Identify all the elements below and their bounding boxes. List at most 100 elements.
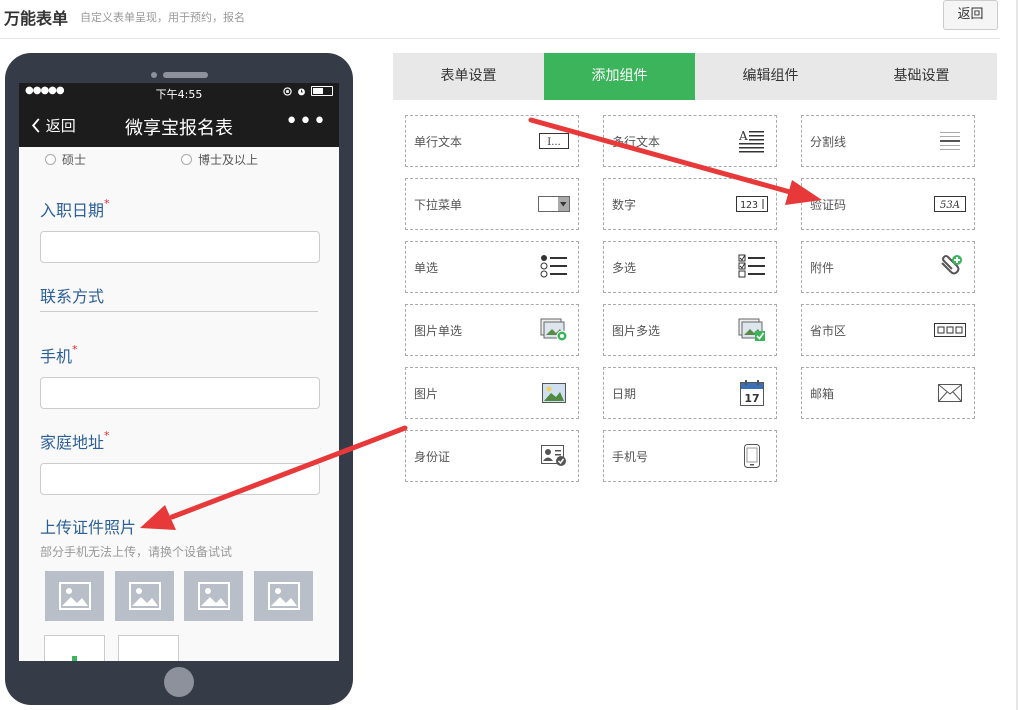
component-email[interactable]: 邮箱 [801,367,975,419]
radio-circle-icon [45,154,56,165]
hire-date-input[interactable] [40,231,320,263]
radio-option-label: 博士及以上 [198,153,259,167]
photo-slot[interactable] [254,571,313,621]
image-placeholder-icon [198,582,230,610]
component-label: 日期 [612,387,637,401]
battery-icon [311,86,333,96]
page-header: 万能表单 自定义表单呈现，用于预约，报名 返回 [0,0,1000,39]
plus-icon [72,656,77,661]
component-mobile-number[interactable]: 手机号 [603,430,777,482]
component-multi-line-text[interactable]: 多行文本 A [603,115,777,167]
status-bar: ●●●●● 下午4:55 [19,83,339,103]
phone-nav-bar: 返回 微享宝报名表 ••• [19,103,339,147]
tab-basic-settings[interactable]: 基础设置 [846,53,997,100]
component-image-checkbox[interactable]: 图片多选 [603,304,777,356]
more-menu-icon[interactable]: ••• [285,109,327,134]
region-select-icon [934,316,966,344]
component-label: 下拉菜单 [414,198,463,212]
component-label: 单行文本 [414,135,463,149]
required-mark: * [104,197,110,210]
back-button[interactable]: 返回 [943,0,998,30]
contact-section-label: 联系方式 [40,287,105,306]
icon-glyph: 123 [740,200,758,211]
mobile-label: 手机* [40,343,78,367]
checkbox-list-icon [736,253,768,281]
image-icon [538,379,570,407]
photo-slot[interactable] [184,571,243,621]
component-label: 图片多选 [612,324,661,338]
page-subtitle: 自定义表单呈现，用于预约，报名 [80,11,245,24]
minus-icon [119,636,178,661]
image-placeholder-icon [129,582,161,610]
hire-date-label: 入职日期* [40,197,110,221]
component-divider-line[interactable]: 分割线 [801,115,975,167]
divider-line-icon [934,127,966,155]
radio-circle-icon [181,154,192,165]
component-captcha[interactable]: 验证码 53A [801,178,975,230]
component-checkbox[interactable]: 多选 [603,241,777,293]
paperclip-icon [934,253,966,281]
component-image-radio[interactable]: 图片单选 [405,304,579,356]
number-icon: 123 [736,190,768,218]
component-label: 图片 [414,387,439,401]
radio-option-doctorate[interactable]: 博士及以上 [181,151,258,168]
image-placeholder-icon [59,582,91,610]
component-label: 图片单选 [414,324,463,338]
component-dropdown[interactable]: 下拉菜单 [405,178,579,230]
page-title: 万能表单 [4,9,69,28]
upload-photo-label: 上传证件照片 [40,518,137,537]
phone-home-button [164,667,194,697]
tab-form-settings[interactable]: 表单设置 [393,53,544,100]
icon-glyph: 53A [940,200,960,211]
section-divider [40,311,318,312]
radio-list-icon [538,253,570,281]
image-radio-icon [538,316,570,344]
phone-camera [151,72,157,78]
captcha-icon: 53A [934,190,966,218]
radio-option-master[interactable]: 硕士 [45,151,86,168]
icon-glyph: I... [547,137,561,148]
settings-tabs: 表单设置 添加组件 编辑组件 基础设置 [393,53,997,100]
component-attachment[interactable]: 附件 [801,241,975,293]
id-card-icon [538,442,570,470]
calendar-icon: 17 [736,379,768,407]
mobile-phone-icon [736,442,768,470]
component-image[interactable]: 图片 [405,367,579,419]
component-single-line-text[interactable]: 单行文本 I... [405,115,579,167]
component-label: 验证码 [810,198,847,212]
image-placeholder-icon [268,582,300,610]
component-number[interactable]: 数字 123 [603,178,777,230]
alarm-icon [298,88,305,95]
component-label: 多行文本 [612,135,661,149]
component-label: 数字 [612,198,637,212]
home-address-label: 家庭地址* [40,429,110,453]
component-region[interactable]: 省市区 [801,304,975,356]
tab-add-component[interactable]: 添加组件 [544,53,695,100]
tab-edit-component[interactable]: 编辑组件 [695,53,846,100]
mobile-label-text: 手机 [40,347,73,366]
rotation-lock-icon [283,86,292,96]
add-photo-button[interactable] [44,635,105,661]
svg-text:A: A [738,129,748,143]
component-date[interactable]: 日期 17 [603,367,777,419]
home-address-input[interactable] [40,463,320,495]
remove-photo-button[interactable] [118,635,179,661]
photo-slot[interactable] [45,571,104,621]
dropdown-icon [538,190,570,218]
component-label: 身份证 [414,450,451,464]
component-label: 单选 [414,261,439,275]
phone-screen: ●●●●● 下午4:55 返回 微享宝报名表 ••• 硕士 博士及以上 入职日期… [19,83,339,661]
phone-preview: ●●●●● 下午4:55 返回 微享宝报名表 ••• 硕士 博士及以上 入职日期… [5,53,353,705]
single-line-text-icon: I... [538,127,570,155]
component-label: 附件 [810,261,835,275]
upload-hint: 部分手机无法上传，请换个设备试试 [40,545,233,559]
required-mark: * [72,343,78,356]
component-radio[interactable]: 单选 [405,241,579,293]
mobile-input[interactable] [40,377,320,409]
component-label: 分割线 [810,135,847,149]
component-id-card[interactable]: 身份证 [405,430,579,482]
multi-line-text-icon: A [736,127,768,155]
photo-slot[interactable] [115,571,174,621]
phone-speaker [163,72,208,78]
component-label: 手机号 [612,450,649,464]
